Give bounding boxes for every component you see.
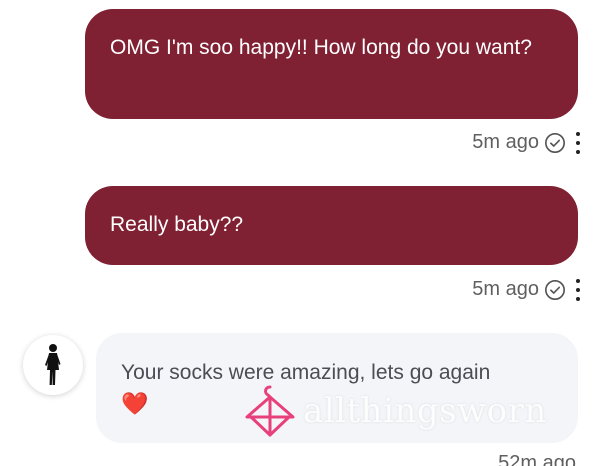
message-text: OMG I'm soo happy!! How long do you want… [110, 36, 532, 59]
message-options-icon[interactable] [574, 132, 582, 154]
message-bubble-incoming[interactable]: Your socks were amazing, lets go again ❤… [96, 333, 578, 443]
woman-figure-icon [45, 344, 61, 385]
message-meta: 5m ago [472, 278, 566, 301]
message-time: 5m ago [472, 131, 539, 153]
message-bubble-outgoing[interactable]: OMG I'm soo happy!! How long do you want… [85, 9, 578, 119]
message-options-icon[interactable] [574, 279, 582, 301]
check-circle-icon [545, 132, 565, 153]
message-bubble-outgoing[interactable]: Really baby?? [85, 186, 578, 265]
avatar[interactable] [23, 335, 83, 395]
heart-emoji: ❤️ [121, 391, 149, 416]
message-time: 52m ago [498, 452, 576, 466]
message-text: Really baby?? [110, 213, 244, 236]
message-text: Your socks were amazing, lets go again [121, 361, 491, 384]
chat-thread: OMG I'm soo happy!! How long do you want… [0, 0, 600, 466]
message-time: 5m ago [472, 278, 539, 300]
check-circle-icon [545, 279, 565, 300]
message-meta: 5m ago [472, 131, 566, 154]
